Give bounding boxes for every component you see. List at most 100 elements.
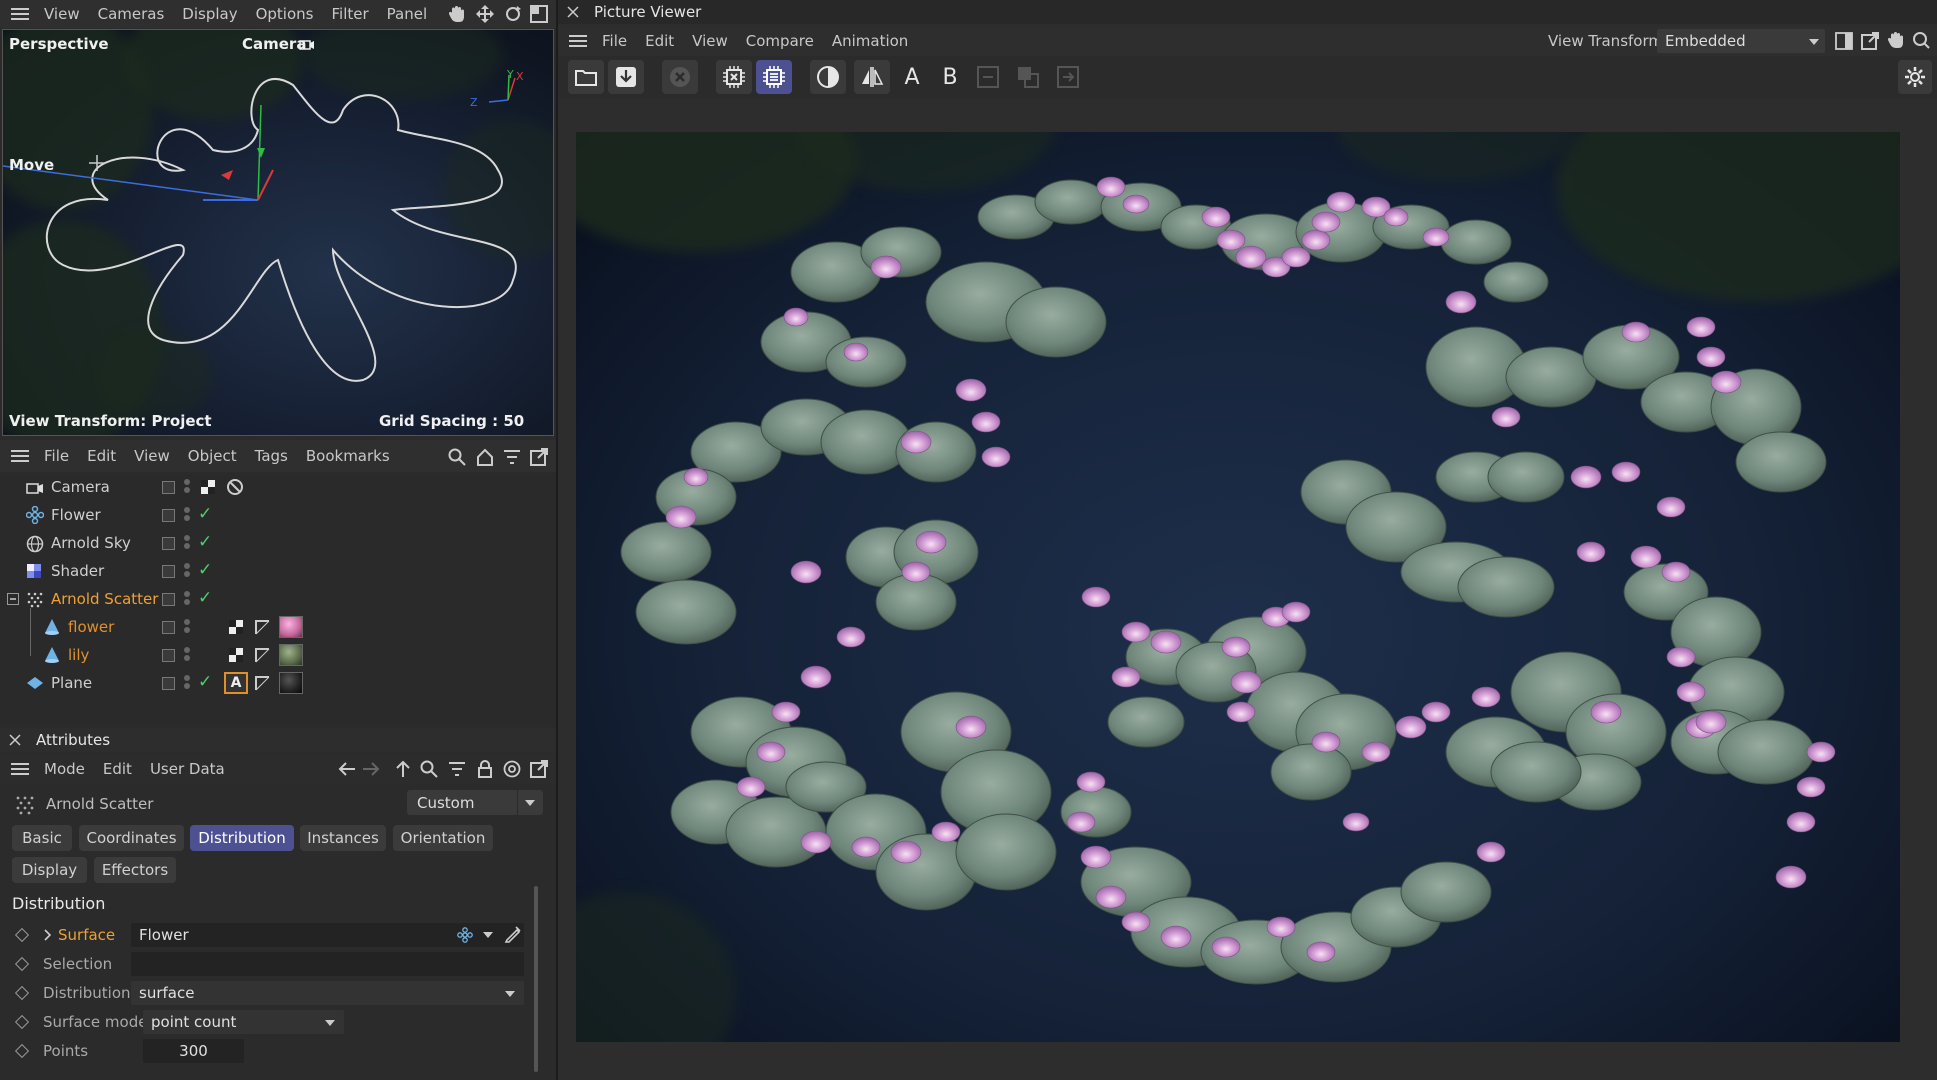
keyframe-diamond-icon[interactable] — [14, 1014, 30, 1030]
object-name[interactable]: flower — [68, 618, 114, 636]
menu-animation[interactable]: Animation — [832, 32, 908, 50]
tab-coordinates[interactable]: Coordinates — [79, 825, 184, 851]
forward-arrow-icon[interactable] — [362, 760, 380, 778]
menu-edit[interactable]: Edit — [103, 760, 132, 778]
enabled-check-icon[interactable]: ✓ — [198, 672, 212, 692]
menu-panel[interactable]: Panel — [387, 5, 427, 23]
menu-view[interactable]: View — [692, 32, 728, 50]
keyframe-diamond-icon[interactable] — [14, 1043, 30, 1059]
menu-user-data[interactable]: User Data — [150, 760, 225, 778]
menu-options[interactable]: Options — [256, 5, 314, 23]
up-arrow-icon[interactable] — [394, 760, 412, 778]
filter-icon[interactable] — [448, 760, 466, 778]
close-icon[interactable] — [8, 733, 22, 747]
pan-hand-icon[interactable] — [448, 5, 466, 23]
swap-ab-button[interactable] — [970, 60, 1006, 94]
hamburger-menu-icon[interactable] — [10, 449, 30, 463]
tab-effectors[interactable]: Effectors — [94, 857, 176, 883]
menu-bookmarks[interactable]: Bookmarks — [306, 447, 390, 465]
visibility-toggle[interactable] — [162, 509, 175, 522]
menu-file[interactable]: File — [602, 32, 627, 50]
move-arrows-icon[interactable] — [476, 5, 494, 23]
home-icon[interactable] — [476, 448, 494, 466]
render-dots[interactable] — [184, 647, 190, 663]
tab-orientation[interactable]: Orientation — [393, 825, 493, 851]
menu-view[interactable]: View — [134, 447, 170, 465]
chevron-down-icon[interactable] — [483, 931, 493, 939]
visibility-toggle[interactable] — [162, 677, 175, 690]
chevron-right-icon[interactable] — [43, 929, 51, 941]
object-row-arnold-sky[interactable]: Arnold Sky ✓ — [0, 530, 558, 557]
render-dots[interactable] — [184, 479, 190, 495]
lock-icon[interactable] — [476, 759, 494, 779]
picker-pen-icon[interactable] — [503, 924, 523, 944]
texture-tag-icon[interactable] — [228, 647, 244, 663]
visibility-toggle[interactable] — [162, 649, 175, 662]
object-name[interactable]: Arnold Sky — [51, 534, 131, 552]
panel-layout-icon[interactable] — [1835, 32, 1853, 50]
object-row-lily-child[interactable]: lily — [0, 636, 558, 669]
stop-tag-icon[interactable] — [226, 478, 244, 496]
object-row-flower-child[interactable]: flower — [0, 608, 558, 641]
set-b-button[interactable]: B — [932, 60, 968, 94]
material-tag-green[interactable] — [279, 644, 303, 666]
render-dots[interactable] — [184, 535, 190, 551]
object-row-arnold-scatter[interactable]: Arnold Scatter ✓ — [0, 586, 558, 613]
open-folder-button[interactable] — [568, 60, 604, 94]
visibility-toggle[interactable] — [162, 621, 175, 634]
menu-object[interactable]: Object — [188, 447, 237, 465]
object-name[interactable]: Plane — [51, 674, 92, 692]
close-icon[interactable] — [566, 5, 580, 19]
render-dots[interactable] — [184, 675, 190, 691]
menu-view[interactable]: View — [44, 5, 80, 23]
object-name[interactable]: lily — [68, 646, 89, 664]
uvw-tag-icon[interactable] — [254, 619, 270, 635]
object-name[interactable]: Shader — [51, 562, 104, 580]
preset-dropdown[interactable]: Custom — [407, 790, 543, 815]
object-row-shader[interactable]: Shader ✓ — [0, 558, 558, 585]
selection-field[interactable] — [131, 952, 524, 976]
tab-distribution[interactable]: Distribution — [190, 825, 294, 851]
render-full-button[interactable] — [756, 60, 792, 94]
arnold-tag-icon[interactable]: A — [224, 672, 248, 694]
render-dots[interactable] — [184, 563, 190, 579]
uvw-tag-icon[interactable] — [254, 675, 270, 691]
menu-display[interactable]: Display — [182, 5, 237, 23]
filter-icon[interactable] — [503, 448, 521, 466]
render-dots[interactable] — [184, 619, 190, 635]
search-icon[interactable] — [448, 448, 466, 466]
visibility-toggle[interactable] — [162, 565, 175, 578]
menu-tags[interactable]: Tags — [255, 447, 288, 465]
new-window-icon[interactable] — [530, 760, 548, 778]
visibility-toggle[interactable] — [162, 481, 175, 494]
contrast-button[interactable] — [810, 60, 846, 94]
overlay-button[interactable] — [1010, 60, 1046, 94]
new-window-icon[interactable] — [1861, 32, 1879, 50]
object-name[interactable]: Arnold Scatter — [51, 590, 158, 608]
menu-mode[interactable]: Mode — [44, 760, 85, 778]
tab-instances[interactable]: Instances — [300, 825, 386, 851]
object-name[interactable]: Flower — [51, 506, 101, 524]
viewport-label-perspective[interactable]: Perspective — [9, 35, 109, 53]
menu-edit[interactable]: Edit — [645, 32, 674, 50]
distribution-dropdown[interactable]: surface — [131, 981, 524, 1005]
rendered-image[interactable] — [576, 132, 1900, 1042]
save-button[interactable] — [608, 60, 644, 94]
viewport-label-camera[interactable]: Camera — [242, 35, 306, 53]
render-dots[interactable] — [184, 507, 190, 523]
surface-link-field[interactable]: Flower — [131, 923, 524, 947]
material-tag-pink[interactable] — [279, 616, 303, 638]
new-window-icon[interactable] — [530, 448, 548, 466]
pan-hand-icon[interactable] — [1887, 31, 1905, 49]
keyframe-diamond-icon[interactable] — [14, 956, 30, 972]
hamburger-menu-icon[interactable] — [10, 7, 30, 21]
hamburger-menu-icon[interactable] — [568, 34, 588, 48]
material-tag-dark[interactable] — [279, 672, 303, 694]
object-row-flower[interactable]: Flower ✓ — [0, 502, 558, 529]
enabled-check-icon[interactable]: ✓ — [198, 504, 212, 524]
texture-tag-icon[interactable] — [228, 619, 244, 635]
surface-mode-dropdown[interactable]: point count — [143, 1010, 344, 1034]
visibility-toggle[interactable] — [162, 537, 175, 550]
menu-file[interactable]: File — [44, 447, 69, 465]
render-dots[interactable] — [184, 591, 190, 607]
